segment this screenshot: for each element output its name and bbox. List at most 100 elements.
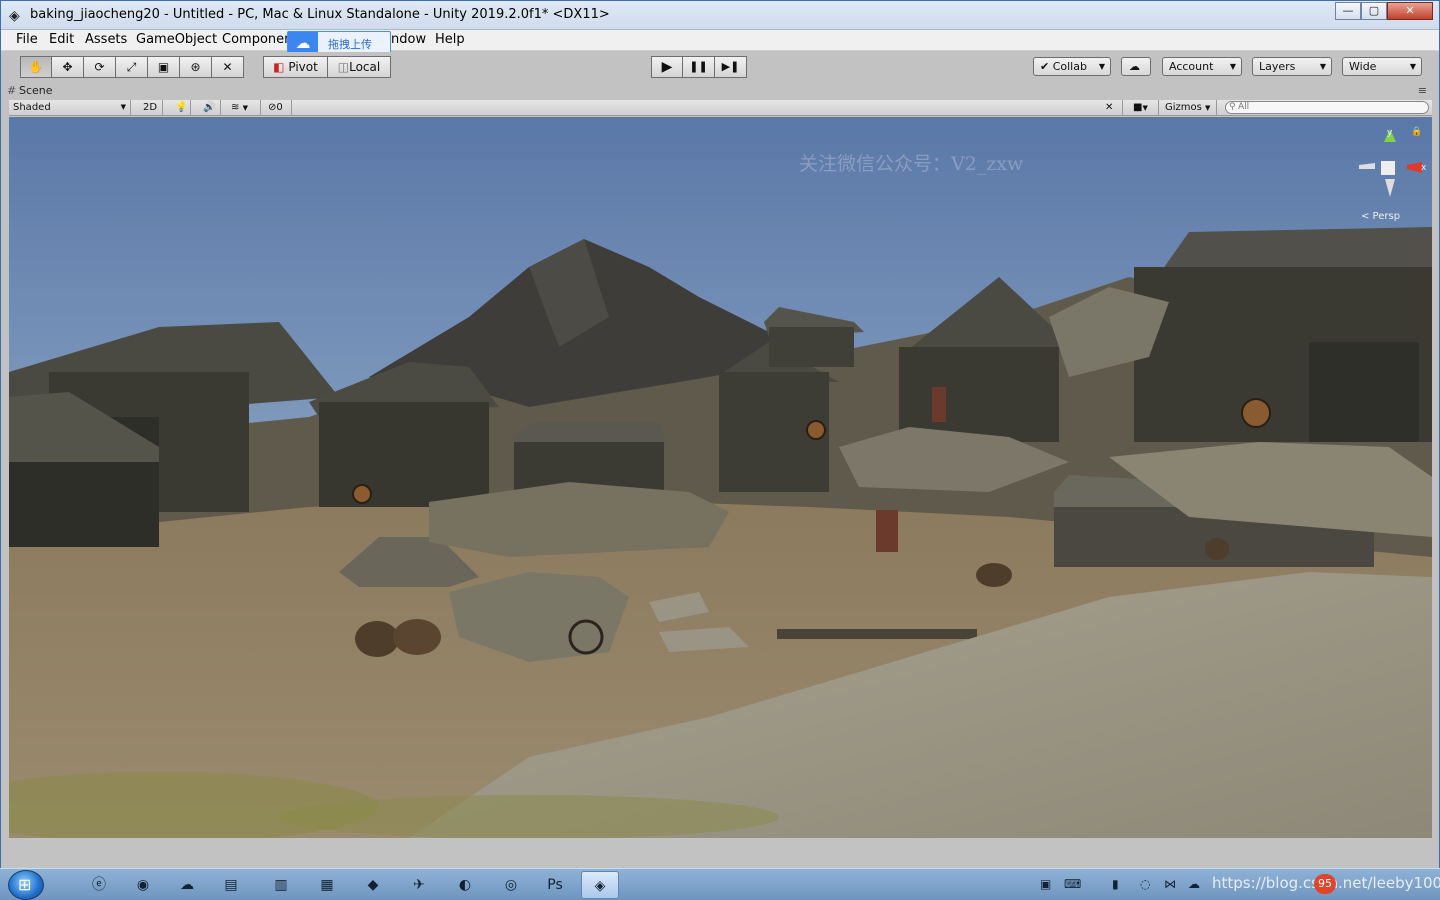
shading-mode-dropdown[interactable]: Shaded ▼ bbox=[9, 100, 131, 116]
transform-tools: ✋ ✥ ⟳ ⤢ ▣ ⊛ ✕ bbox=[20, 56, 244, 78]
collab-dropdown[interactable]: ✔ Collab ▼ bbox=[1033, 57, 1111, 76]
close-button[interactable]: ✕ bbox=[1387, 2, 1433, 20]
local-button[interactable]: ◫Local bbox=[328, 56, 391, 78]
menu-bar: File Edit Assets GameObject Componen ndo… bbox=[1, 30, 1439, 51]
feishu-icon[interactable]: ✈ bbox=[400, 871, 438, 899]
custom-tool-icon: ✕ bbox=[222, 60, 233, 74]
rect-tool-button[interactable]: ▣ bbox=[148, 56, 180, 78]
pause-button[interactable]: ❚❚ bbox=[683, 56, 715, 78]
notification-badge[interactable]: 95 bbox=[1314, 874, 1336, 894]
menu-gameobject[interactable]: GameObject bbox=[136, 32, 217, 47]
camera-dropdown[interactable]: ■▼ bbox=[1129, 100, 1159, 116]
app2-icon[interactable]: ◐ bbox=[446, 871, 484, 899]
scene-render: y x bbox=[9, 117, 1432, 838]
layers-label: Layers bbox=[1259, 60, 1296, 73]
projection-label[interactable]: < Persp bbox=[1361, 211, 1400, 222]
effects-icon: ≋ bbox=[231, 102, 240, 113]
account-dropdown[interactable]: Account ▼ bbox=[1162, 57, 1242, 76]
start-button[interactable]: ⊞ bbox=[8, 870, 44, 900]
right-longhouse bbox=[1129, 227, 1432, 442]
audio-toggle[interactable]: 🔊 bbox=[199, 100, 221, 116]
layout-dropdown[interactable]: Wide ▼ bbox=[1342, 57, 1422, 76]
step-button[interactable]: ▶❚ bbox=[715, 56, 747, 78]
unity-icon: ◈ bbox=[9, 8, 20, 24]
app3-icon[interactable]: ◎ bbox=[492, 871, 530, 899]
cloud-icon: ☁ bbox=[288, 32, 318, 54]
shading-mode-label: Shaded bbox=[13, 102, 51, 113]
unity-icon[interactable]: ◈ bbox=[581, 871, 619, 899]
account-label: Account bbox=[1169, 60, 1214, 73]
custom-tool-button[interactable]: ✕ bbox=[212, 56, 244, 78]
collab-label: Collab bbox=[1052, 60, 1087, 73]
banner bbox=[876, 510, 898, 552]
menu-component[interactable]: Componen bbox=[222, 32, 292, 47]
lightbulb-icon: 💡 bbox=[175, 102, 188, 113]
maximize-button[interactable]: ▢ bbox=[1361, 2, 1387, 20]
ie-icon[interactable]: ⓔ bbox=[80, 871, 118, 899]
move-tool-button[interactable]: ✥ bbox=[52, 56, 84, 78]
menu-assets[interactable]: Assets bbox=[85, 32, 127, 47]
caret-icon: ▼ bbox=[1205, 104, 1211, 112]
scale-icon: ⤢ bbox=[126, 60, 137, 74]
hidden-objects-toggle[interactable]: ⊘0 bbox=[264, 100, 292, 116]
caret-icon: ▼ bbox=[1229, 62, 1236, 71]
scene-tab[interactable]: Scene bbox=[19, 84, 53, 97]
baidu-netdisk-icon[interactable]: ☁ bbox=[168, 871, 206, 899]
effects-dropdown[interactable]: ≋ ▼ bbox=[227, 100, 261, 116]
app-icon[interactable]: ◆ bbox=[354, 871, 392, 899]
play-button[interactable]: ▶ bbox=[651, 56, 683, 78]
cloud-button[interactable]: ☁ bbox=[1121, 57, 1151, 76]
rotate-tool-button[interactable]: ⟳ bbox=[84, 56, 116, 78]
layers-dropdown[interactable]: Layers ▼ bbox=[1252, 57, 1332, 76]
rect-icon: ▣ bbox=[157, 60, 170, 74]
hand-icon: ✋ bbox=[28, 60, 44, 74]
caret-icon: ▼ bbox=[242, 104, 248, 112]
vs-icon[interactable]: ⋈ bbox=[1164, 877, 1176, 891]
pivot-toggle-group: ◧ Pivot ◫Local bbox=[263, 56, 391, 78]
menu-edit[interactable]: Edit bbox=[49, 32, 74, 47]
lock-icon[interactable]: 🔒 bbox=[1411, 127, 1422, 137]
chrome-icon[interactable]: ◉ bbox=[124, 871, 162, 899]
lighting-toggle[interactable]: 💡 bbox=[171, 100, 191, 116]
cloud-icon[interactable]: ☁ bbox=[1188, 877, 1200, 891]
menu-file[interactable]: File bbox=[16, 32, 38, 47]
battery-icon[interactable]: ▮ bbox=[1112, 877, 1119, 891]
menu-window[interactable]: ndow bbox=[391, 32, 426, 47]
caret-icon: ▼ bbox=[120, 103, 126, 111]
tab-menu-icon[interactable]: ≡ bbox=[1418, 84, 1427, 97]
layout-label: Wide bbox=[1349, 60, 1377, 73]
network-icon[interactable]: ◌ bbox=[1140, 877, 1150, 891]
barrel bbox=[355, 621, 399, 657]
pivot-button[interactable]: ◧ Pivot bbox=[263, 56, 328, 78]
title-bar[interactable]: ◈ baking_jiaocheng20 - Untitled - PC, Ma… bbox=[1, 1, 1439, 30]
gizmos-label: Gizmos bbox=[1165, 102, 1202, 113]
hidden-count: 0 bbox=[276, 102, 283, 113]
pivot-icon: ◧ bbox=[273, 60, 285, 74]
planks bbox=[777, 629, 977, 639]
photoshop-icon[interactable]: Ps bbox=[536, 871, 574, 899]
window-title: baking_jiaocheng20 - Untitled - PC, Mac … bbox=[30, 7, 610, 22]
caret-icon: ▼ bbox=[1409, 62, 1416, 71]
media-icon[interactable]: ▥ bbox=[262, 871, 300, 899]
tools-toggle[interactable]: ✕ bbox=[1101, 100, 1123, 116]
scale-tool-button[interactable]: ⤢ bbox=[116, 56, 148, 78]
wechat-icon[interactable]: ▦ bbox=[308, 871, 346, 899]
scene-search-input[interactable]: ⚲ All bbox=[1225, 101, 1429, 114]
2d-toggle[interactable]: 2D bbox=[139, 100, 163, 116]
speaker-icon: 🔊 bbox=[203, 102, 216, 113]
gizmos-dropdown[interactable]: Gizmos ▼ bbox=[1161, 100, 1217, 116]
svg-text:x: x bbox=[1421, 163, 1427, 173]
explorer-icon[interactable]: ▤ bbox=[212, 871, 250, 899]
keyboard-icon[interactable]: ⌨ bbox=[1064, 877, 1081, 891]
tray-icon[interactable]: ▣ bbox=[1040, 877, 1051, 891]
scene-viewport[interactable]: y x 关注微信公众号：V2_zxw < Persp 🔒 bbox=[9, 117, 1432, 838]
hand-tool-button[interactable]: ✋ bbox=[20, 56, 52, 78]
editor-bottom-strip bbox=[1, 838, 1439, 869]
scene-view-toolbar: Shaded ▼ 2D 💡 🔊 ≋ ▼ ⊘0 ✕ ■▼ Gizmos ▼ ⚲ All bbox=[9, 100, 1432, 116]
tools-icon: ✕ bbox=[1105, 102, 1114, 113]
transform-tool-button[interactable]: ⊛ bbox=[180, 56, 212, 78]
menu-help[interactable]: Help bbox=[435, 32, 465, 47]
caret-icon: ▼ bbox=[1098, 62, 1105, 71]
svg-text:y: y bbox=[1387, 128, 1393, 138]
minimize-button[interactable]: — bbox=[1335, 2, 1361, 20]
